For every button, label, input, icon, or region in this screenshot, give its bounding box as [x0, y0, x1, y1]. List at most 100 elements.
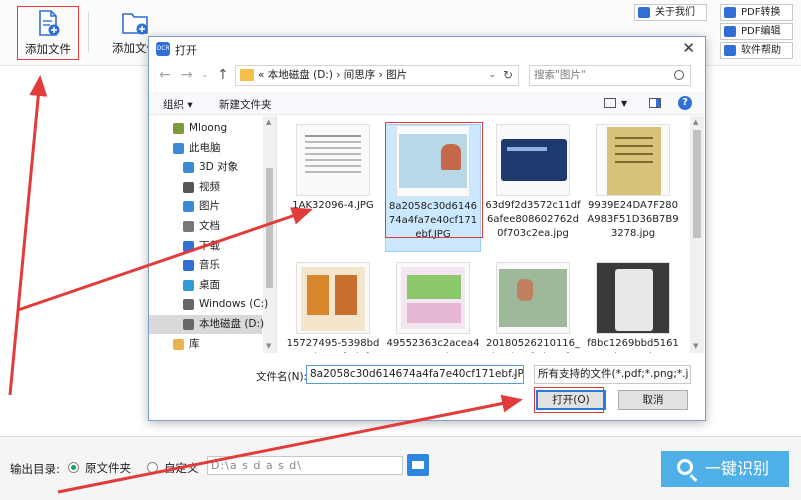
nav-item-label: 3D 对象 [199, 161, 239, 174]
output-path-field[interactable]: D:\a s d a s d\ [207, 456, 403, 475]
user-icon [173, 123, 184, 134]
help-icon [724, 45, 736, 56]
filename-field[interactable]: 8a2058c30d614674a4fa7e40cf171ebf.JPG ⌄ [306, 365, 524, 384]
pictures-icon [183, 201, 194, 213]
desktop-icon [183, 279, 194, 291]
nav-item-label: 图片 [199, 200, 220, 213]
image-thumbnail [296, 124, 370, 196]
nav-scroll-thumb[interactable] [266, 168, 273, 288]
selected-file-highlight [385, 122, 483, 238]
file-item[interactable]: 20180526210116_4b68b04fed923f0c0c91c535 [485, 262, 581, 353]
file-scroll-thumb[interactable] [693, 130, 701, 238]
close-icon[interactable]: ✕ [682, 39, 695, 57]
pdf-convert-button[interactable]: PDF转换 [720, 4, 793, 21]
recent-dropdown-icon[interactable]: ⌄ [201, 70, 209, 80]
documents-icon [183, 221, 194, 232]
view-dropdown-icon[interactable]: ▼ [621, 99, 627, 108]
add-file-button[interactable]: 添加文件 [17, 6, 79, 60]
file-name: 20180526210116_4b68b04fed923f0c0c91c535 [485, 338, 581, 353]
refresh-icon[interactable]: ↻ [503, 66, 513, 85]
music-icon [183, 260, 194, 272]
recognize-button[interactable]: 一键识别 [661, 451, 789, 487]
file-item[interactable]: 63d9f2d3572c11df6afee808602762d0f703c2ea… [485, 124, 581, 252]
browse-folder-button[interactable] [407, 454, 429, 476]
folder-icon [240, 69, 254, 81]
add-folder-icon [122, 13, 148, 35]
chevron-down-icon[interactable]: ⌄ [511, 366, 519, 383]
nav-item[interactable]: 文档 [149, 217, 262, 236]
file-scrollbar[interactable]: ▲ ▼ [690, 116, 704, 353]
image-thumbnail [496, 262, 570, 334]
pdf-edit-icon [724, 26, 736, 37]
nav-item[interactable]: 本地磁盘 (D:) [149, 315, 265, 334]
nav-item[interactable]: 3D 对象 [149, 158, 262, 177]
nav-item-label: 此电脑 [189, 141, 221, 154]
nav-item-label: 视频 [199, 180, 220, 193]
source-folder-radio[interactable] [68, 462, 79, 473]
file-name: 63d9f2d3572c11df6afee808602762d0f703c2ea… [485, 200, 581, 239]
scroll-down-icon[interactable]: ▼ [266, 342, 271, 350]
cancel-button[interactable]: 取消 [618, 390, 688, 410]
search-placeholder: 搜索"图片" [534, 69, 586, 81]
file-item[interactable]: 1AK32096-4.JPG [285, 124, 381, 252]
scroll-up-icon[interactable]: ▲ [693, 118, 698, 126]
breadcrumb: « 本地磁盘 (D:) › 间思序 › 图片 [258, 69, 408, 81]
custom-radio[interactable] [147, 462, 158, 473]
file-name: 9939E24DA7F280A983F51D36B7B93278.jpg [587, 200, 679, 239]
dialog-titlebar: OCR 打开 ✕ [149, 37, 705, 61]
chevron-down-icon[interactable]: ⌄ [488, 66, 496, 85]
nav-item[interactable]: 视频 [149, 178, 262, 197]
search-input[interactable]: 搜索"图片" [529, 65, 691, 86]
drive-icon [183, 299, 194, 311]
up-arrow-icon[interactable]: ↑ [217, 67, 229, 83]
filename-label: 文件名(N): [256, 371, 308, 383]
new-folder-button[interactable]: 新建文件夹 [219, 97, 272, 112]
nav-item[interactable]: 下载 [149, 237, 262, 256]
nav-item[interactable]: Windows (C:) [149, 295, 268, 314]
about-us-button[interactable]: 关于我们 [634, 4, 707, 21]
file-item[interactable]: f8bc1269bbd516182b9504.jpg [585, 262, 681, 353]
nav-item-label: 本地磁盘 (D:) [199, 318, 265, 330]
image-thumbnail [396, 262, 470, 334]
software-help-button[interactable]: 软件帮助 [720, 42, 793, 59]
nav-item[interactable]: 音乐 [149, 256, 262, 275]
preview-pane-icon[interactable] [649, 98, 661, 108]
custom-label: 自定义 [164, 461, 199, 475]
view-options-icon[interactable] [604, 98, 616, 108]
output-dir-label: 输出目录: [10, 462, 60, 476]
back-arrow-icon[interactable]: ← [159, 67, 171, 83]
about-us-label: 关于我们 [655, 7, 695, 18]
nav-item[interactable]: 桌面 [149, 276, 262, 295]
source-folder-label: 原文件夹 [85, 461, 131, 475]
navigation-pane: ▲ ▼ Mloong 此电脑 3D 对象视频图片文档 下载 音乐 桌面 Windows (C… [149, 116, 277, 353]
search-icon [674, 70, 684, 80]
address-row: ← → ⌄ ↑ « 本地磁盘 (D:) › 间思序 › 图片 ⌄ ↻ 搜索"图片… [149, 63, 705, 89]
3d-objects-icon [183, 162, 194, 174]
address-bar[interactable]: « 本地磁盘 (D:) › 间思序 › 图片 ⌄ ↻ [235, 65, 519, 86]
help-icon[interactable]: ? [678, 96, 692, 110]
nav-item[interactable]: 图片 [149, 197, 262, 216]
organize-menu[interactable]: 组织 ▾ [163, 97, 193, 112]
file-name: f8bc1269bbd516182b9504.jpg [587, 338, 679, 353]
file-name: 15727495-5398bd1281d0447f4d0f0e6e4d5385 [285, 338, 381, 353]
scroll-down-icon[interactable]: ▼ [693, 342, 698, 350]
app-logo-icon: OCR [156, 42, 170, 56]
file-name: 1AK32096-4.JPG [292, 200, 374, 211]
nav-item[interactable]: Mloong [149, 119, 262, 138]
toolbar-divider [88, 12, 89, 52]
drive-icon [183, 319, 194, 330]
image-thumbnail [596, 124, 670, 196]
forward-arrow-icon[interactable]: → [181, 67, 193, 83]
pdf-edit-label: PDF编辑 [741, 26, 781, 37]
nav-item[interactable]: 此电脑 [149, 139, 262, 158]
filetype-select[interactable]: 所有支持的文件(*.pdf;*.png;*.j [534, 365, 691, 384]
file-item[interactable]: 49552363c2acea4368787.jpg [385, 262, 481, 353]
file-item[interactable]: 9939E24DA7F280A983F51D36B7B93278.jpg [585, 124, 681, 252]
bottom-bar: 输出目录: 原文件夹 自定义 D:\a s d a s d\ 一键识别 [0, 436, 801, 500]
pdf-edit-button[interactable]: PDF编辑 [720, 23, 793, 40]
file-item[interactable]: 15727495-5398bd1281d0447f4d0f0e6e4d5385 [285, 262, 381, 353]
scroll-up-icon[interactable]: ▲ [266, 118, 271, 126]
library-icon [173, 338, 184, 350]
nav-scrollbar[interactable]: ▲ ▼ [263, 116, 276, 353]
nav-item[interactable]: 库 [149, 335, 262, 353]
